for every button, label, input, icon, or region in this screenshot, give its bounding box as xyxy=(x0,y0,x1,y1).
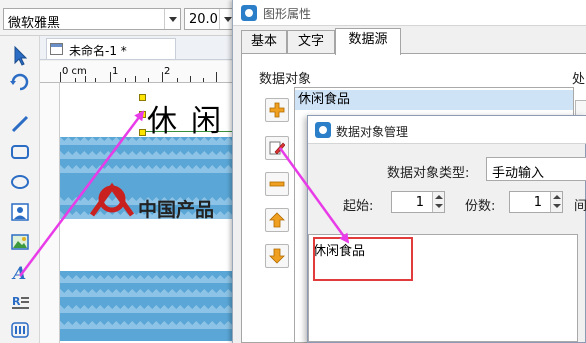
tab-data-source[interactable]: 数据源 xyxy=(335,28,401,55)
add-icon xyxy=(269,102,285,118)
move-down-icon xyxy=(269,248,285,264)
band-pattern xyxy=(60,275,240,283)
ruler-tick xyxy=(95,78,96,82)
ruler-tick xyxy=(216,72,217,82)
ruler-tick xyxy=(110,72,111,82)
chevron-down-icon[interactable] xyxy=(164,9,180,29)
type-label: 数据对象类型: xyxy=(387,166,470,181)
band-pattern xyxy=(60,321,240,329)
start-label: 起始: xyxy=(343,199,374,214)
barcode-tool-icon[interactable] xyxy=(8,318,32,342)
remove-icon xyxy=(269,181,285,187)
edit-icon xyxy=(269,141,285,155)
ruler-tick xyxy=(162,72,163,82)
processing-label: 处 xyxy=(572,72,586,87)
dialog-titlebar[interactable]: 数据对象管理 xyxy=(308,116,586,144)
horizontal-ruler: 0 cm 1 2 xyxy=(40,61,240,83)
app-icon xyxy=(315,122,331,138)
brand-logo xyxy=(89,182,135,217)
highlight-box xyxy=(313,237,413,281)
band-pattern xyxy=(60,165,240,173)
paragraph-tool-icon[interactable]: R xyxy=(8,290,32,314)
ellipse-tool-icon[interactable] xyxy=(8,170,32,194)
document-icon xyxy=(50,43,63,55)
dialog-titlebar[interactable]: 图形属性 xyxy=(233,0,586,26)
font-size-value: 20.0 xyxy=(189,12,218,27)
move-down-button[interactable] xyxy=(265,244,289,268)
band-pattern xyxy=(60,151,240,159)
image-tool-icon[interactable] xyxy=(8,230,32,254)
font-name-value: 微软雅黑 xyxy=(8,16,61,31)
app-icon xyxy=(241,5,257,21)
ruler-label: 0 cm xyxy=(62,66,87,77)
font-size-select[interactable]: 20.0 xyxy=(184,8,236,30)
ruler-tick xyxy=(135,76,136,82)
band-pattern xyxy=(60,289,240,297)
dialog-title: 图形属性 xyxy=(263,7,312,21)
resize-handle[interactable] xyxy=(139,94,146,101)
rotate-tool-icon[interactable] xyxy=(8,70,32,94)
copies-stepper[interactable]: 1 xyxy=(509,191,563,213)
ruler-tick xyxy=(60,72,61,82)
ruler-tick xyxy=(125,78,126,82)
picture-tool-icon[interactable] xyxy=(8,200,32,224)
list-item[interactable]: 休闲食品 xyxy=(295,90,573,110)
start-value[interactable]: 1 xyxy=(392,195,428,210)
ruler-tick xyxy=(75,78,76,82)
move-up-icon xyxy=(269,212,285,228)
background-band-lower xyxy=(60,271,240,341)
font-name-select[interactable]: 微软雅黑 xyxy=(3,8,181,31)
band-pattern xyxy=(60,305,240,313)
move-up-button[interactable] xyxy=(265,208,289,232)
edit-button[interactable] xyxy=(265,136,289,160)
ruler-label: 2 xyxy=(164,66,171,77)
dialog-title: 数据对象管理 xyxy=(336,125,409,139)
text-tool-icon[interactable]: A xyxy=(8,260,32,284)
start-stepper[interactable]: 1 xyxy=(391,191,445,213)
tab-basic[interactable]: 基本 xyxy=(241,30,287,54)
copies-label: 份数: xyxy=(465,199,496,214)
svg-text:A: A xyxy=(11,264,26,284)
document-tab-bar: 未命名-1 * xyxy=(40,36,240,60)
data-objects-label: 数据对象 xyxy=(259,72,312,87)
resize-handle[interactable] xyxy=(139,111,146,118)
stepper-arrows-icon[interactable] xyxy=(432,192,444,212)
text-object-content: 休闲 xyxy=(147,104,235,139)
ruler-tick xyxy=(85,76,86,82)
copies-value[interactable]: 1 xyxy=(510,195,546,210)
document-tab-label: 未命名-1 * xyxy=(69,44,127,58)
add-button[interactable] xyxy=(265,98,289,122)
vertical-ruler xyxy=(40,83,60,343)
drawing-toolbox: A R xyxy=(0,36,40,343)
rectangle-tool-icon[interactable] xyxy=(8,140,32,164)
data-type-select[interactable]: 手动输入 xyxy=(486,157,586,181)
tab-text[interactable]: 文字 xyxy=(287,30,335,54)
remove-button[interactable] xyxy=(265,172,289,196)
interval-label: 间 xyxy=(574,199,586,214)
ruler-label: 1 xyxy=(112,66,119,77)
resize-handle[interactable] xyxy=(139,129,146,136)
format-toolbar: 微软雅黑 20.0 xyxy=(0,0,240,36)
pointer-tool-icon[interactable] xyxy=(8,44,32,68)
ruler-tick xyxy=(177,78,178,82)
ruler-tick xyxy=(203,78,204,82)
brand-text: 中国产品 xyxy=(138,199,215,221)
document-tab[interactable]: 未命名-1 * xyxy=(46,38,176,59)
stepper-arrows-icon[interactable] xyxy=(550,192,562,212)
data-type-value: 手动输入 xyxy=(492,166,545,181)
design-canvas[interactable]: 0 cm 1 2 中国产品 休闲 xyxy=(40,61,283,343)
line-tool-icon[interactable] xyxy=(8,112,32,136)
ruler-tick xyxy=(190,76,191,82)
ruler-tick xyxy=(148,78,149,82)
svg-text:R: R xyxy=(12,295,21,308)
